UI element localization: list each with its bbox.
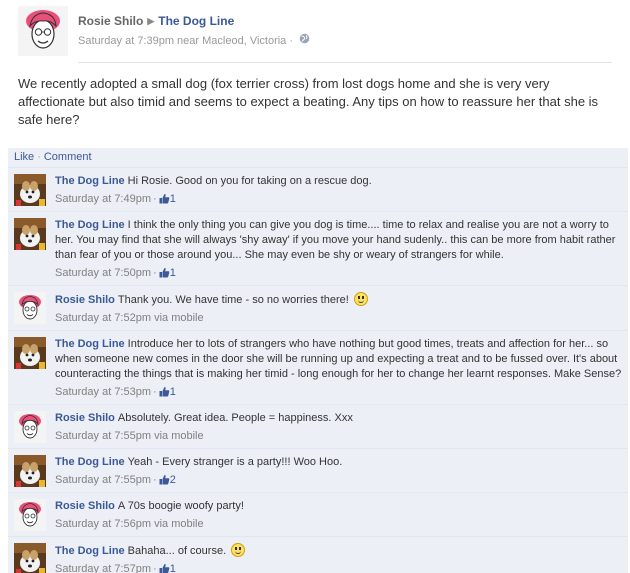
page-avatar[interactable]: [14, 337, 46, 369]
comment-author[interactable]: The Dog Line: [55, 338, 125, 350]
post-target-page[interactable]: The Dog Line: [158, 14, 234, 28]
page-avatar[interactable]: [14, 455, 46, 487]
comment-item: The Dog Line Hi Rosie. Good on you for ta…: [8, 168, 628, 212]
thumbs-up-icon[interactable]: [159, 385, 170, 399]
post-author-name[interactable]: Rosie Shilo: [78, 14, 143, 28]
user-avatar[interactable]: [14, 292, 46, 324]
comment-time[interactable]: Saturday at 7:50pm: [55, 267, 151, 279]
comment-text: A 70s boogie woofy party!: [117, 500, 244, 512]
comment-item: Rosie Shilo Absolutely. Great idea. Peopl…: [8, 405, 628, 449]
comment-via[interactable]: via mobile: [154, 518, 204, 530]
comment-time[interactable]: Saturday at 7:53pm: [55, 386, 151, 398]
user-avatar[interactable]: [14, 499, 46, 531]
like-count[interactable]: 1: [170, 386, 176, 398]
comment-item: Rosie Shilo Thank you. We have time - so …: [8, 286, 628, 331]
comment-item: The Dog Line Introduce her to lots of str…: [8, 331, 628, 405]
comment-text: Yeah - Every stranger is a party!!! Woo …: [127, 456, 343, 468]
page-avatar[interactable]: [14, 543, 46, 573]
thumbs-up-icon[interactable]: [159, 266, 170, 280]
comment-list: The Dog Line Hi Rosie. Good on you for ta…: [8, 168, 628, 573]
comment-author[interactable]: The Dog Line: [55, 545, 125, 557]
comment-author[interactable]: The Dog Line: [55, 219, 125, 231]
comment-via[interactable]: via mobile: [154, 430, 204, 442]
like-count[interactable]: 2: [170, 474, 176, 486]
post-meta: Saturday at 7:39pm near Macleod, Victori…: [78, 33, 310, 47]
arrow-right-icon: ▶: [147, 16, 155, 26]
comment-text: I think the only thing you can give you …: [55, 219, 616, 261]
comment-time[interactable]: Saturday at 7:55pm: [55, 430, 151, 442]
action-bar: Like · Comment: [8, 148, 628, 168]
like-count[interactable]: 1: [170, 267, 176, 279]
thumbs-up-icon[interactable]: [159, 562, 170, 573]
comment-author[interactable]: Rosie Shilo: [55, 500, 115, 512]
comment-time[interactable]: Saturday at 7:57pm: [55, 563, 151, 573]
header-divider: [78, 62, 612, 63]
comment-text: Bahaha... of course.: [127, 545, 227, 557]
comment-item: The Dog Line I think the only thing you c…: [8, 212, 628, 286]
comment-author[interactable]: The Dog Line: [55, 175, 125, 187]
post-timestamp[interactable]: Saturday at 7:39pm near Macleod, Victori…: [78, 35, 286, 47]
comment-time[interactable]: Saturday at 7:52pm: [55, 312, 151, 324]
thumbs-up-icon[interactable]: [159, 473, 170, 487]
smiley-icon: [231, 543, 246, 557]
action-separator: ·: [37, 151, 41, 163]
comment-text: Absolutely. Great idea. People = happine…: [117, 412, 353, 424]
page-avatar[interactable]: [14, 218, 46, 250]
user-avatar[interactable]: [14, 411, 46, 443]
comment-author[interactable]: Rosie Shilo: [55, 412, 115, 424]
thumbs-up-icon[interactable]: [159, 192, 170, 206]
globe-icon[interactable]: [299, 33, 310, 47]
page-avatar[interactable]: [14, 174, 46, 206]
comment-author[interactable]: Rosie Shilo: [55, 294, 115, 306]
like-button[interactable]: Like: [14, 151, 34, 163]
post-body: We recently adopted a small dog (fox ter…: [18, 76, 599, 127]
post-title-line: Rosie Shilo ▶ The Dog Line: [78, 14, 234, 28]
comment-item: Rosie Shilo A 70s boogie woofy party! Sat…: [8, 493, 628, 537]
smiley-icon: [353, 292, 368, 306]
comment-text: Introduce her to lots of strangers who h…: [55, 338, 622, 380]
author-avatar[interactable]: [18, 6, 68, 56]
like-count[interactable]: 1: [170, 563, 176, 573]
comment-item: The Dog Line Bahaha... of course. Saturda…: [8, 537, 628, 573]
comment-text: Hi Rosie. Good on you for taking on a re…: [127, 175, 372, 187]
comment-button[interactable]: Comment: [44, 151, 92, 163]
like-count[interactable]: 1: [170, 193, 176, 205]
comment-item: The Dog Line Yeah - Every stranger is a p…: [8, 449, 628, 493]
comment-time[interactable]: Saturday at 7:56pm: [55, 518, 151, 530]
comment-author[interactable]: The Dog Line: [55, 456, 125, 468]
comment-text: Thank you. We have time - so no worries …: [117, 294, 349, 306]
post-header: Rosie Shilo ▶ The Dog Line Saturday at 7:3…: [18, 6, 618, 56]
comment-time[interactable]: Saturday at 7:55pm: [55, 474, 151, 486]
comment-via[interactable]: via mobile: [154, 312, 204, 324]
comment-time[interactable]: Saturday at 7:49pm: [55, 193, 151, 205]
